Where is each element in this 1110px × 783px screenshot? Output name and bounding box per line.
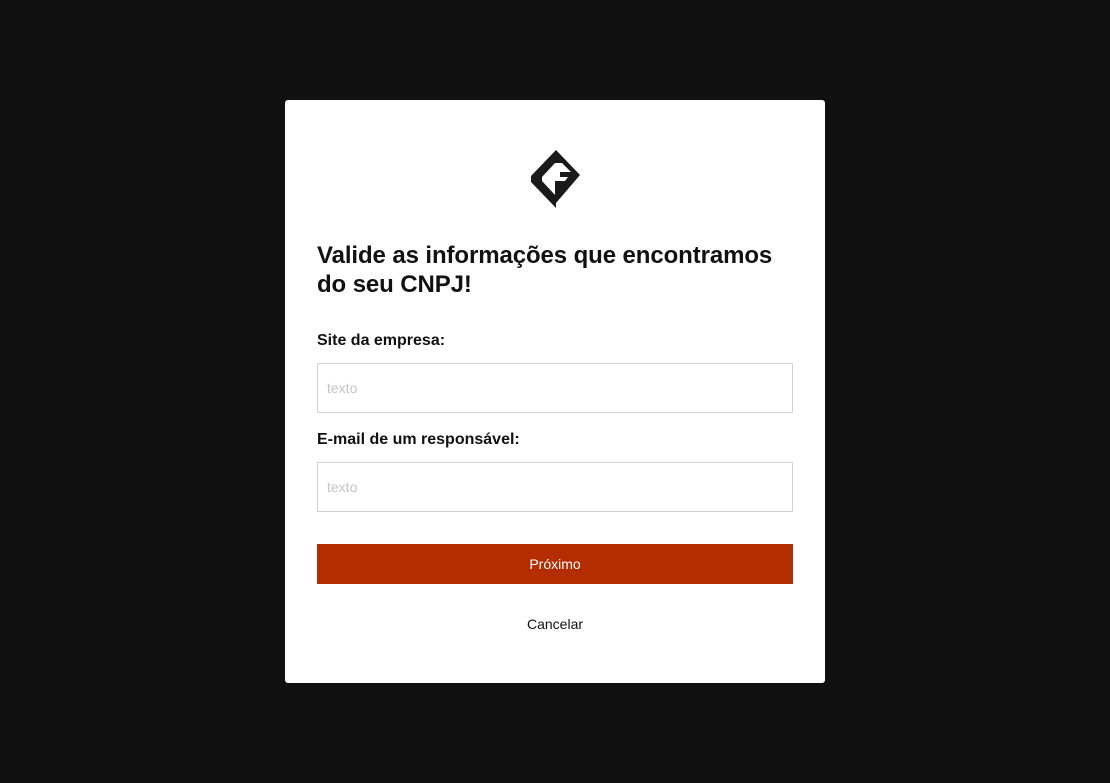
validation-dialog: Valide as informações que encontramos do…: [285, 100, 825, 683]
cancel-button[interactable]: Cancelar: [317, 614, 793, 634]
responsible-email-label: E-mail de um responsável:: [317, 431, 520, 448]
dialog-title: Valide as informações que encontramos do…: [317, 242, 773, 298]
company-site-label: Site da empresa:: [317, 332, 446, 349]
next-button[interactable]: Próximo: [317, 544, 793, 584]
company-site-input[interactable]: [317, 363, 793, 413]
brand-logo-icon: [531, 150, 580, 208]
responsible-email-input[interactable]: [317, 462, 793, 512]
